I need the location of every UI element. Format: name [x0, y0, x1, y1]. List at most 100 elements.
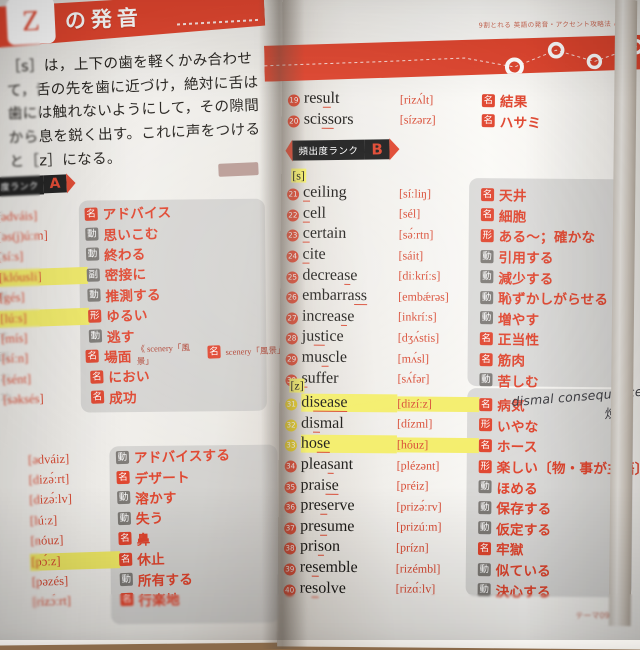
part-of-speech-badge: 名 — [118, 552, 133, 566]
part-of-speech-badge: 形 — [479, 418, 493, 432]
open-book: Z の発音 ［s］は，上下の歯を軽くかみ合わせて，舌の先を歯に近づけ，絶対に舌は… — [0, 0, 640, 650]
part-of-speech-badge: 動 — [477, 583, 491, 597]
japanese-meaning: 保存する — [496, 501, 552, 519]
phonetic-transcription: [embǽrəs] — [398, 289, 449, 304]
english-word: decrease — [302, 266, 358, 285]
english-word: pleasant — [300, 455, 354, 474]
part-of-speech-badge: 名 — [90, 390, 105, 404]
part-of-speech-badge: 名 — [479, 352, 493, 366]
phonetic-transcription: [sél] — [398, 206, 421, 221]
meaning-group: 動苦しむ — [479, 370, 539, 391]
japanese-meaning: 牢獄 — [495, 542, 524, 559]
phonetic-transcription: [dizə́ːrt] — [28, 471, 70, 488]
phonetic-transcription: [plézənt] — [396, 457, 440, 473]
meaning-group: 名休止 — [118, 548, 165, 569]
english-word: result — [303, 89, 340, 109]
entry-number: 37 — [284, 517, 300, 535]
entry-number: 35 — [284, 476, 300, 494]
meaning-group: 動推測する — [87, 283, 161, 306]
meaning-group: 動似ている — [477, 559, 551, 580]
entry-number: 36 — [284, 497, 300, 515]
japanese-meaning: 恥ずかしがらせる — [498, 291, 609, 309]
entry-number: 22 — [286, 204, 303, 222]
phonetic-transcription: [hóuz] — [396, 437, 479, 454]
word-list-lower: [ədváiz] 動アドバイスする [dizə́ːrt] 名デザート [dizə́ːlv… — [28, 442, 295, 613]
phonetic-transcription: [ədváis] — [0, 208, 38, 224]
part-of-speech-badge: 動 — [478, 521, 492, 535]
entry-number: 31 — [285, 394, 301, 412]
phonetic-transcription: [sʌ́fər] — [397, 371, 430, 386]
part-of-speech-badge: 名 — [118, 532, 132, 546]
phonetic-transcription: [síːs] — [0, 249, 24, 265]
meaning-group: 動仮定する — [478, 518, 551, 539]
english-word: resemble — [299, 558, 358, 577]
running-head-text: 9割とれる 英語の発音・アクセント攻略法 — [478, 20, 612, 30]
meaning-group: 動ほめる — [478, 477, 538, 498]
meaning-group: 名デザート — [116, 465, 190, 487]
japanese-meaning: ホース — [496, 439, 538, 457]
entry-number: 27 — [285, 307, 302, 325]
word-entry-row: 30suffer[sʌ́fər]動苦しむ — [285, 368, 625, 392]
entry-number: 25 — [286, 266, 302, 284]
part-of-speech-badge: 動 — [477, 562, 491, 576]
part-of-speech-badge: 名 — [120, 593, 134, 607]
meaning-group: 名行楽地 — [120, 588, 180, 610]
phonetic-transcription: [inkríːs] — [397, 309, 437, 325]
entry-number: 39 — [283, 558, 300, 576]
english-word: suffer — [301, 369, 339, 388]
english-word: justice — [301, 328, 344, 347]
japanese-meaning: アドバイス — [102, 205, 172, 224]
japanese-meaning: 溶かす — [135, 490, 177, 508]
part-of-speech-badge: 副 — [86, 268, 101, 282]
phonetic-transcription: [prizúːm] — [396, 519, 442, 535]
english-word: cell — [302, 204, 327, 223]
japanese-meaning: 苦しむ — [497, 373, 539, 391]
english-word: dismal — [301, 414, 344, 433]
rank-label: 頻出度ランク — [292, 139, 365, 161]
entry-number: 40 — [283, 579, 300, 597]
japanese-meaning: 細胞 — [498, 209, 527, 226]
japanese-meaning: 正当性 — [497, 332, 540, 350]
word-entry-row: 23 certain [sə́ːrtn] 形ある～；確かな — [286, 224, 627, 248]
entry-number: 33 — [284, 435, 301, 453]
meaning-group: 形ゆるい — [88, 304, 148, 326]
part-of-speech-badge: 名 — [116, 470, 130, 485]
phonetic-transcription: [dizíːz] — [397, 396, 480, 412]
japanese-meaning: 思いこむ — [103, 225, 159, 244]
word-list-continued: 19 result [rizʌ́lt] 名結果 20 scissors [sízərz] 名ハ… — [287, 88, 618, 132]
part-of-speech-badge: 動 — [87, 288, 101, 303]
part-of-speech-badge: 名 — [84, 207, 98, 221]
japanese-meaning: 行楽地 — [138, 592, 181, 610]
phonetic-transcription: [síːn] — [1, 351, 29, 367]
part-of-speech-badge: 名 — [85, 349, 100, 364]
phonetic-transcription: [lúːs] — [0, 308, 89, 327]
english-word: praise — [300, 476, 339, 495]
meaning-group: 動減少する — [480, 267, 554, 287]
english-word: preserve — [300, 496, 355, 516]
word-entry-row: 28 justice [dʒʌ́stis] 名正当性 — [285, 327, 626, 351]
japanese-meaning: 成功 — [108, 389, 137, 407]
phonetic-transcription: [lúːz] — [29, 512, 58, 528]
meaning-group: 形ある～；確かな — [480, 226, 596, 247]
phonetic-transcription: [síːliŋ] — [399, 186, 432, 201]
english-word: disease — [301, 393, 398, 413]
phonetic-transcription: [pɔ́ːz] — [30, 551, 120, 570]
running-head: 9割とれる 英語の発音・アクセント攻略法 — [479, 18, 622, 29]
entry-number: 34 — [284, 456, 301, 474]
japanese-meaning: 引用する — [498, 250, 554, 267]
meaning-group: 名結果 — [481, 90, 528, 111]
phonetic-transcription: [rizɔ́ːrt] — [32, 594, 72, 610]
english-word: scissors — [303, 110, 354, 129]
entry-number: 23 — [286, 225, 303, 243]
cross-reference-word: scenery「風景」 — [225, 344, 286, 357]
phonetic-transcription: [sə́ːrtn] — [398, 227, 434, 242]
japanese-meaning: 失う — [135, 511, 164, 528]
word-entry-row: 21 ceiling [síːliŋ] 名天井 — [287, 182, 627, 206]
phonetic-transcription: [klóusli] — [0, 267, 88, 286]
japanese-meaning: デザート — [134, 469, 191, 488]
entry-number: 26 — [286, 287, 302, 305]
japanese-meaning: ほめる — [496, 480, 538, 498]
meaning-group: 名牢獄 — [477, 539, 524, 559]
part-of-speech-badge: 形 — [88, 309, 102, 323]
word-entry-row: 20 scissors [sízərz] 名ハサミ — [287, 109, 618, 132]
